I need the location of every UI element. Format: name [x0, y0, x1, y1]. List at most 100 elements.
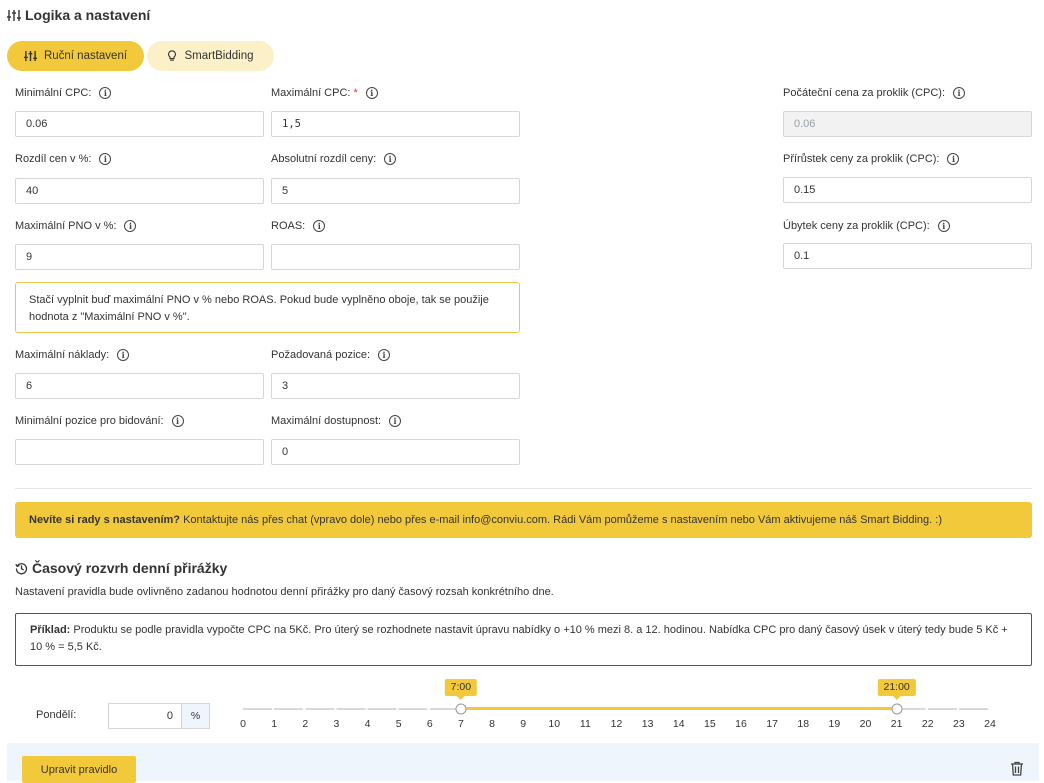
example-bold: Příklad: [30, 624, 71, 636]
slider-track [243, 708, 990, 710]
slider-tick-label: 10 [548, 718, 561, 730]
slider-tick-label: 11 [579, 718, 591, 730]
price-decrement-label-text: Úbytek ceny za proklik (CPC): [783, 220, 930, 232]
req-position-input[interactable]: 3 [271, 373, 520, 399]
slider-tick-label: 1 [271, 718, 278, 730]
help-banner-bold: Nevíte si rady s nastavením? [29, 514, 181, 526]
slider-tick-label: 6 [426, 718, 433, 730]
slider-tick-label: 14 [672, 718, 685, 730]
roas-label-text: ROAS: [271, 220, 306, 232]
slider-tick-label: 9 [520, 718, 527, 730]
slider-tick-label: 13 [641, 718, 654, 730]
slider-tick-label: 0 [240, 718, 246, 730]
logic-section-title: Logika a nastavení [7, 7, 150, 23]
max-pno-label-text: Maximální PNO v %: [15, 220, 117, 232]
slider-tick-label: 21 [890, 718, 903, 730]
info-icon[interactable]: i [378, 349, 391, 361]
slider-tick-label: 24 [984, 718, 996, 730]
info-icon[interactable]: i [937, 220, 950, 232]
slider-tick-label: 4 [364, 718, 371, 730]
help-banner: Nevíte si rady s nastavením? Kontaktujte… [15, 502, 1032, 538]
example-text: Produktu se podle pravidla vypočte CPC n… [30, 624, 1008, 653]
range-start-handle[interactable] [455, 703, 467, 715]
max-costs-input[interactable]: 6 [15, 373, 264, 399]
tab-smartbidding[interactable]: SmartBidding [147, 41, 274, 71]
req-position-label-text: Požadovaná pozice: [271, 349, 371, 361]
schedule-title-text: Časový rozvrh denní přirážky [32, 560, 228, 576]
schedule-section-title: Časový rozvrh denní přirážky [15, 560, 227, 576]
max-availability-label-text: Maximální dostupnost: [271, 415, 382, 427]
min-cpc-label-text: Minimální CPC: [15, 87, 92, 99]
min-bid-position-label-text: Minimální pozice pro bidování: [15, 415, 164, 427]
start-price-label: Počáteční cena za proklik (CPC): i [783, 87, 966, 99]
price-increment-label-text: Přírůstek ceny za proklik (CPC): [783, 153, 940, 165]
price-increment-input[interactable]: 0.15 [783, 177, 1032, 203]
roas-input[interactable] [271, 244, 520, 270]
info-icon[interactable]: i [99, 153, 112, 165]
max-cpc-label-text: Maximální CPC: [271, 87, 351, 99]
min-bid-position-label: Minimální pozice pro bidování: i [15, 415, 184, 427]
abs-price-diff-input[interactable]: 5 [271, 178, 520, 204]
price-increment-label: Přírůstek ceny za proklik (CPC): i [783, 153, 960, 165]
tab-manual-settings[interactable]: Ruční nastavení [7, 41, 144, 71]
slider-tick-label: 15 [704, 718, 716, 730]
day-label: Pondělí: [36, 709, 77, 721]
edit-rule-button[interactable]: Upravit pravidlo [22, 756, 136, 783]
info-icon[interactable]: i [171, 415, 184, 427]
range-end-tooltip: 21:00 [877, 679, 916, 700]
slider-tick-label: 7 [457, 718, 464, 730]
price-diff-pct-label-text: Rozdíl cen v %: [15, 153, 92, 165]
slider-tick-label: 17 [766, 718, 778, 730]
start-price-input: 0.06 [783, 111, 1032, 137]
info-icon[interactable]: i [99, 87, 112, 99]
req-position-label: Požadovaná pozice: i [271, 349, 391, 361]
info-icon[interactable]: i [365, 87, 378, 99]
info-icon[interactable]: i [117, 349, 130, 361]
lightbulb-icon [168, 50, 177, 61]
max-cpc-input[interactable]: 1,5 [271, 111, 520, 137]
max-pno-label: Maximální PNO v %: i [15, 220, 137, 232]
max-pno-input[interactable]: 9 [15, 244, 264, 270]
max-costs-label: Maximální náklady: i [15, 349, 130, 361]
max-availability-label: Maximální dostupnost: i [271, 415, 402, 427]
trash-icon[interactable] [1010, 761, 1024, 776]
price-diff-pct-input[interactable]: 40 [15, 178, 264, 204]
help-banner-text: Kontaktujte nás přes chat (vpravo dole) … [180, 514, 942, 526]
max-availability-input[interactable]: 0 [271, 439, 520, 465]
day-markup-field: 0 % [108, 703, 210, 729]
tab-smartbidding-label: SmartBidding [184, 50, 254, 62]
history-icon [15, 562, 28, 574]
slider-tick-label: 5 [395, 718, 402, 730]
slider-tick-label: 22 [921, 718, 934, 730]
divider [15, 488, 1032, 489]
required-mark: * [353, 87, 358, 99]
max-costs-label-text: Maximální náklady: [15, 349, 110, 361]
min-cpc-input[interactable]: 0.06 [15, 111, 264, 137]
sliders-icon [23, 50, 37, 62]
tab-manual-label: Ruční nastavení [43, 50, 128, 62]
info-icon[interactable]: i [389, 415, 402, 427]
rule-actions-panel [7, 743, 1039, 781]
slider-tick-label: 8 [489, 718, 495, 730]
slider-tick-label: 18 [797, 718, 810, 730]
info-icon[interactable]: i [947, 153, 960, 165]
info-icon[interactable]: i [953, 87, 966, 99]
slider-tick-label: 2 [302, 718, 309, 730]
slider-tick-label: 19 [828, 718, 841, 730]
max-cpc-label: Maximální CPC: * i [271, 87, 378, 99]
info-icon[interactable]: i [313, 220, 326, 232]
range-end-handle[interactable] [891, 703, 903, 715]
logic-title-text: Logika a nastavení [25, 7, 151, 23]
info-icon[interactable]: i [124, 220, 137, 232]
price-decrement-label: Úbytek ceny za proklik (CPC): i [783, 220, 950, 232]
abs-price-diff-label-text: Absolutní rozdíl ceny: [271, 153, 377, 165]
min-bid-position-input[interactable] [15, 439, 264, 465]
slider-tick-label: 3 [333, 718, 340, 730]
price-decrement-input[interactable]: 0.1 [783, 243, 1032, 269]
info-icon[interactable]: i [384, 153, 397, 165]
day-markup-input[interactable]: 0 [109, 704, 181, 728]
slider-selected-range [460, 707, 897, 710]
range-start-tooltip: 7:00 [444, 679, 478, 700]
slider-tick-label: 20 [859, 718, 872, 730]
price-diff-pct-label: Rozdíl cen v %: i [15, 153, 112, 165]
